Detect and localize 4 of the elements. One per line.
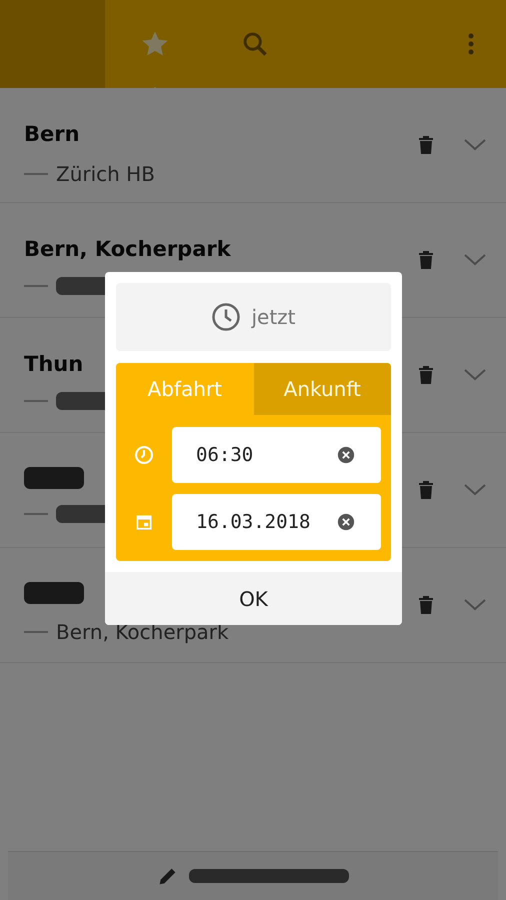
station-title: Bern, Kocherpark [24, 237, 232, 261]
station-title: Thun [24, 352, 84, 376]
station-title: Bern [24, 122, 81, 146]
destination-text: Zürich HB [56, 162, 155, 186]
